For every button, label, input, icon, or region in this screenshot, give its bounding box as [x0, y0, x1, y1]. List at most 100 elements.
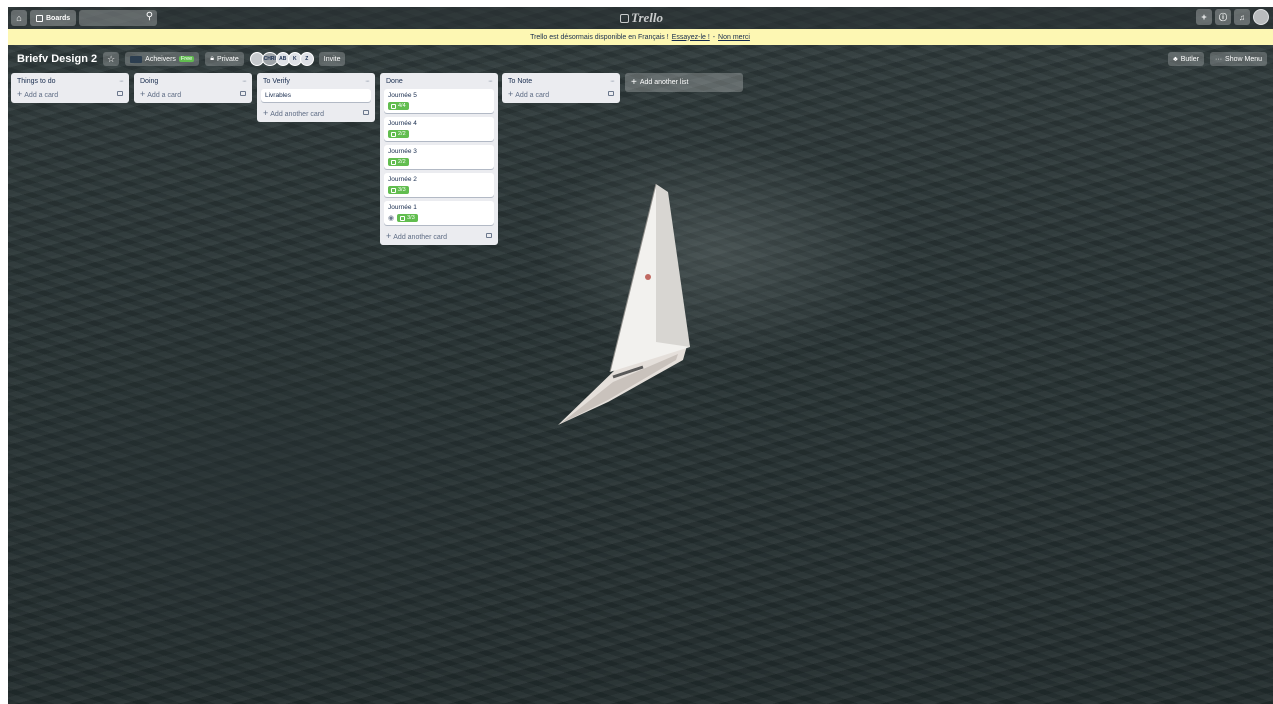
list-title[interactable]: To Note	[508, 78, 532, 85]
card-template-icon[interactable]	[363, 110, 369, 115]
list-doing[interactable]: Doing ··· + Add a card	[134, 73, 252, 103]
boards-button[interactable]: Boards	[30, 10, 77, 26]
board-title[interactable]: Briefv Design 2	[17, 53, 97, 65]
trello-logo[interactable]: Trello	[620, 10, 663, 26]
card-title: Livrables	[265, 92, 292, 99]
visibility-label: Private	[216, 55, 239, 63]
butler-button[interactable]: ♣ Butler	[1168, 52, 1205, 66]
star-icon: ☆	[107, 53, 116, 64]
language-banner: Trello est désormais disponible en Franç…	[8, 29, 1273, 45]
add-card-button[interactable]: + Add another card	[386, 231, 447, 241]
add-card-row: + Add a card	[15, 87, 125, 100]
list-title[interactable]: Doing	[140, 78, 158, 85]
search-input[interactable]	[79, 10, 148, 26]
list-menu-icon[interactable]: ···	[610, 78, 615, 85]
team-icon	[130, 55, 143, 63]
list-title[interactable]: Things to do	[17, 78, 56, 85]
visibility-button[interactable]: 🔒︎ Private	[205, 52, 244, 66]
invite-label: Invite	[323, 55, 341, 63]
card-template-icon[interactable]	[240, 91, 246, 96]
header-right-tools: + ⓘ ♫	[1196, 9, 1269, 25]
card-title: Journée 1	[388, 204, 417, 211]
list-header: To Note ···	[506, 75, 616, 87]
boards-label: Boards	[46, 14, 71, 22]
member-avatar[interactable]: Z	[299, 52, 314, 66]
list-to-verify[interactable]: To Verify ··· Livrables + Add another car…	[257, 73, 375, 122]
checklist-icon	[400, 215, 406, 221]
card-title: Journée 5	[388, 92, 417, 99]
checklist-count: 4/4	[398, 103, 406, 109]
list-done[interactable]: Done ··· Journée 5 4/4 Journée 4 2/2 Jou…	[380, 73, 498, 245]
card[interactable]: Journée 2 3/3	[384, 173, 494, 197]
card[interactable]: Journée 3 2/2	[384, 145, 494, 169]
card-badges: 3/3	[388, 186, 490, 194]
info-icon: ⓘ	[1219, 12, 1227, 22]
card-template-icon[interactable]	[608, 91, 614, 96]
card[interactable]: Journée 4 2/2	[384, 117, 494, 141]
list-header: Done ···	[384, 75, 494, 87]
card[interactable]: Journée 5 4/4	[384, 89, 494, 113]
banner-dismiss-link[interactable]: Non merci	[718, 34, 750, 41]
add-list-button[interactable]: + Add another list	[625, 73, 743, 92]
create-button[interactable]: +	[1196, 9, 1212, 25]
checklist-icon	[391, 187, 396, 193]
card-badges: 2/2	[388, 130, 490, 138]
trello-logo-text: Trello	[631, 10, 664, 25]
list-title[interactable]: To Verify	[263, 78, 290, 85]
card-title: Journée 4	[388, 120, 417, 127]
more-icon: ···	[1215, 55, 1223, 63]
board-header: Briefv Design 2 ☆ Acheivers Free 🔒︎ Priv…	[8, 50, 1273, 68]
banner-separator: -	[712, 33, 716, 41]
add-card-button[interactable]: + Add a card	[508, 89, 549, 99]
plus-icon: +	[631, 77, 637, 88]
top-nav-bar: ⌂ Boards ⚲ Trello + ⓘ ♫	[8, 7, 1273, 29]
card-template-icon[interactable]	[117, 91, 123, 96]
add-card-label: Add another card	[270, 110, 324, 118]
add-card-label: Add a card	[147, 91, 182, 99]
list-menu-icon[interactable]: ···	[365, 78, 370, 85]
list-header: Doing ···	[138, 75, 248, 87]
free-badge: Free	[178, 56, 195, 62]
plus-icon: +	[1201, 12, 1207, 22]
invite-button[interactable]: Invite	[318, 52, 346, 66]
team-button[interactable]: Acheivers Free	[125, 52, 200, 66]
bell-icon: ♫	[1239, 12, 1245, 22]
add-card-label: Add another card	[393, 233, 447, 241]
add-card-button[interactable]: + Add a card	[17, 89, 58, 99]
add-card-button[interactable]: + Add a card	[140, 89, 181, 99]
card-badges: 4/4	[388, 102, 490, 110]
show-menu-button[interactable]: ··· Show Menu	[1210, 52, 1267, 66]
add-card-row: + Add another card	[261, 106, 371, 119]
search-icon[interactable]: ⚲	[146, 11, 153, 22]
lock-icon: 🔒︎	[210, 55, 214, 62]
plus-icon: +	[263, 107, 269, 118]
add-card-label: Add a card	[24, 91, 59, 99]
card-title: Journée 2	[388, 176, 417, 183]
card[interactable]: Livrables	[261, 89, 371, 102]
card-template-icon[interactable]	[486, 233, 492, 238]
search-box[interactable]: ⚲	[79, 10, 158, 26]
add-card-row: + Add a card	[138, 87, 248, 100]
card[interactable]: Journée 1 ◉ 3/3	[384, 201, 494, 225]
star-button[interactable]: ☆	[103, 52, 120, 66]
list-title[interactable]: Done	[386, 78, 403, 85]
info-button[interactable]: ⓘ	[1215, 9, 1231, 25]
list-to-note[interactable]: To Note ··· + Add a card	[502, 73, 620, 103]
add-card-button[interactable]: + Add another card	[263, 108, 324, 118]
notifications-button[interactable]: ♫	[1234, 9, 1250, 25]
list-menu-icon[interactable]: ···	[242, 78, 247, 85]
list-things-to-do[interactable]: Things to do ··· + Add a card	[11, 73, 129, 103]
card-title: Journée 3	[388, 148, 417, 155]
plus-icon: +	[386, 230, 392, 241]
plus-icon: +	[508, 88, 514, 99]
home-button[interactable]: ⌂	[11, 10, 27, 26]
sailboat-background-image	[558, 183, 690, 425]
banner-try-link[interactable]: Essayez-le !	[672, 34, 710, 41]
list-menu-icon[interactable]: ···	[488, 78, 493, 85]
boards-icon	[36, 14, 43, 22]
plus-icon: +	[140, 88, 146, 99]
add-card-row: + Add a card	[506, 87, 616, 100]
checklist-badge: 4/4	[388, 102, 409, 110]
user-avatar[interactable]	[1253, 9, 1269, 25]
list-menu-icon[interactable]: ···	[119, 78, 124, 85]
